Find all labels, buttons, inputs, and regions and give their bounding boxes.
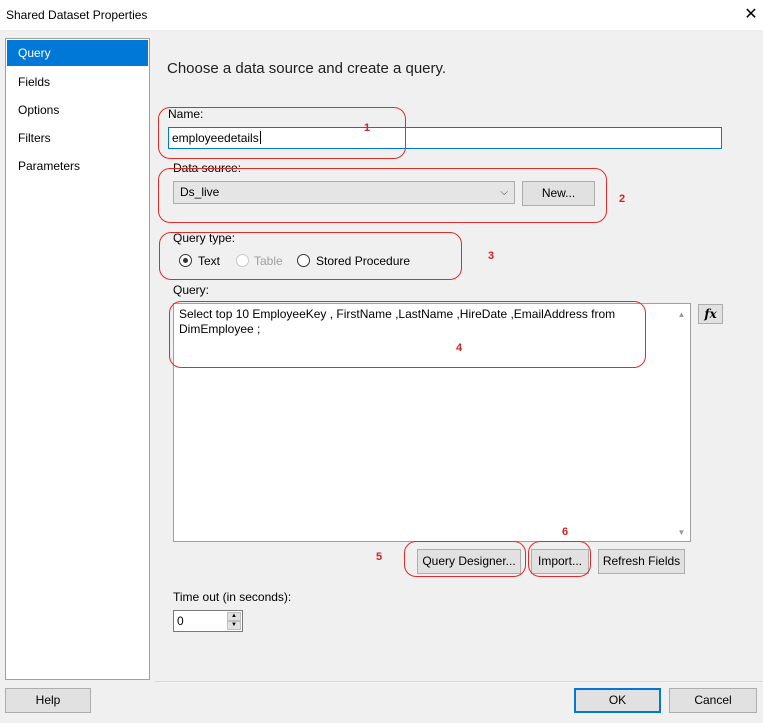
query-label: Query: bbox=[173, 283, 210, 297]
timeout-label: Time out (in seconds): bbox=[173, 590, 292, 604]
annotation-number-5: 5 bbox=[376, 551, 383, 563]
annotation-number-2: 2 bbox=[619, 193, 626, 205]
help-button[interactable]: Help bbox=[5, 688, 91, 713]
sidebar-item-fields[interactable]: Fields bbox=[7, 69, 148, 95]
annotation-number-3: 3 bbox=[488, 250, 495, 262]
title-bar: Shared Dataset Properties ✕ bbox=[0, 0, 763, 30]
cancel-button[interactable]: Cancel bbox=[669, 688, 757, 713]
stepper-down-icon[interactable]: ▼ bbox=[227, 621, 241, 630]
stepper-buttons: ▲ ▼ bbox=[227, 612, 241, 630]
sidebar-nav: Query Fields Options Filters Parameters bbox=[5, 38, 150, 680]
timeout-stepper[interactable]: 0 ▲ ▼ bbox=[173, 610, 243, 632]
sidebar-item-parameters[interactable]: Parameters bbox=[7, 153, 148, 179]
annotation-mark-4 bbox=[169, 301, 646, 368]
ok-button[interactable]: OK bbox=[574, 688, 661, 713]
scroll-down-icon[interactable]: ▼ bbox=[673, 524, 690, 541]
annotation-number-6: 6 bbox=[562, 526, 569, 538]
annotation-mark-2 bbox=[158, 168, 607, 223]
sidebar-item-filters[interactable]: Filters bbox=[7, 125, 148, 151]
annotation-mark-3 bbox=[159, 232, 462, 280]
close-icon[interactable]: ✕ bbox=[740, 4, 762, 26]
footer-divider bbox=[155, 681, 763, 682]
annotation-mark-6 bbox=[528, 541, 591, 577]
refresh-fields-button[interactable]: Refresh Fields bbox=[598, 549, 685, 574]
sidebar-item-options[interactable]: Options bbox=[7, 97, 148, 123]
annotation-mark-5 bbox=[404, 541, 526, 577]
annotation-number-1: 1 bbox=[364, 122, 371, 134]
expression-button[interactable]: fx bbox=[698, 304, 723, 324]
timeout-value: 0 bbox=[177, 614, 184, 628]
scroll-up-icon[interactable]: ▲ bbox=[673, 306, 690, 323]
query-scrollbar[interactable]: ▲ ▼ bbox=[673, 304, 690, 541]
sidebar-item-query[interactable]: Query bbox=[7, 40, 148, 66]
window-title: Shared Dataset Properties bbox=[6, 8, 148, 22]
page-heading: Choose a data source and create a query. bbox=[167, 60, 447, 77]
stepper-up-icon[interactable]: ▲ bbox=[227, 612, 241, 621]
annotation-number-4: 4 bbox=[456, 342, 463, 354]
